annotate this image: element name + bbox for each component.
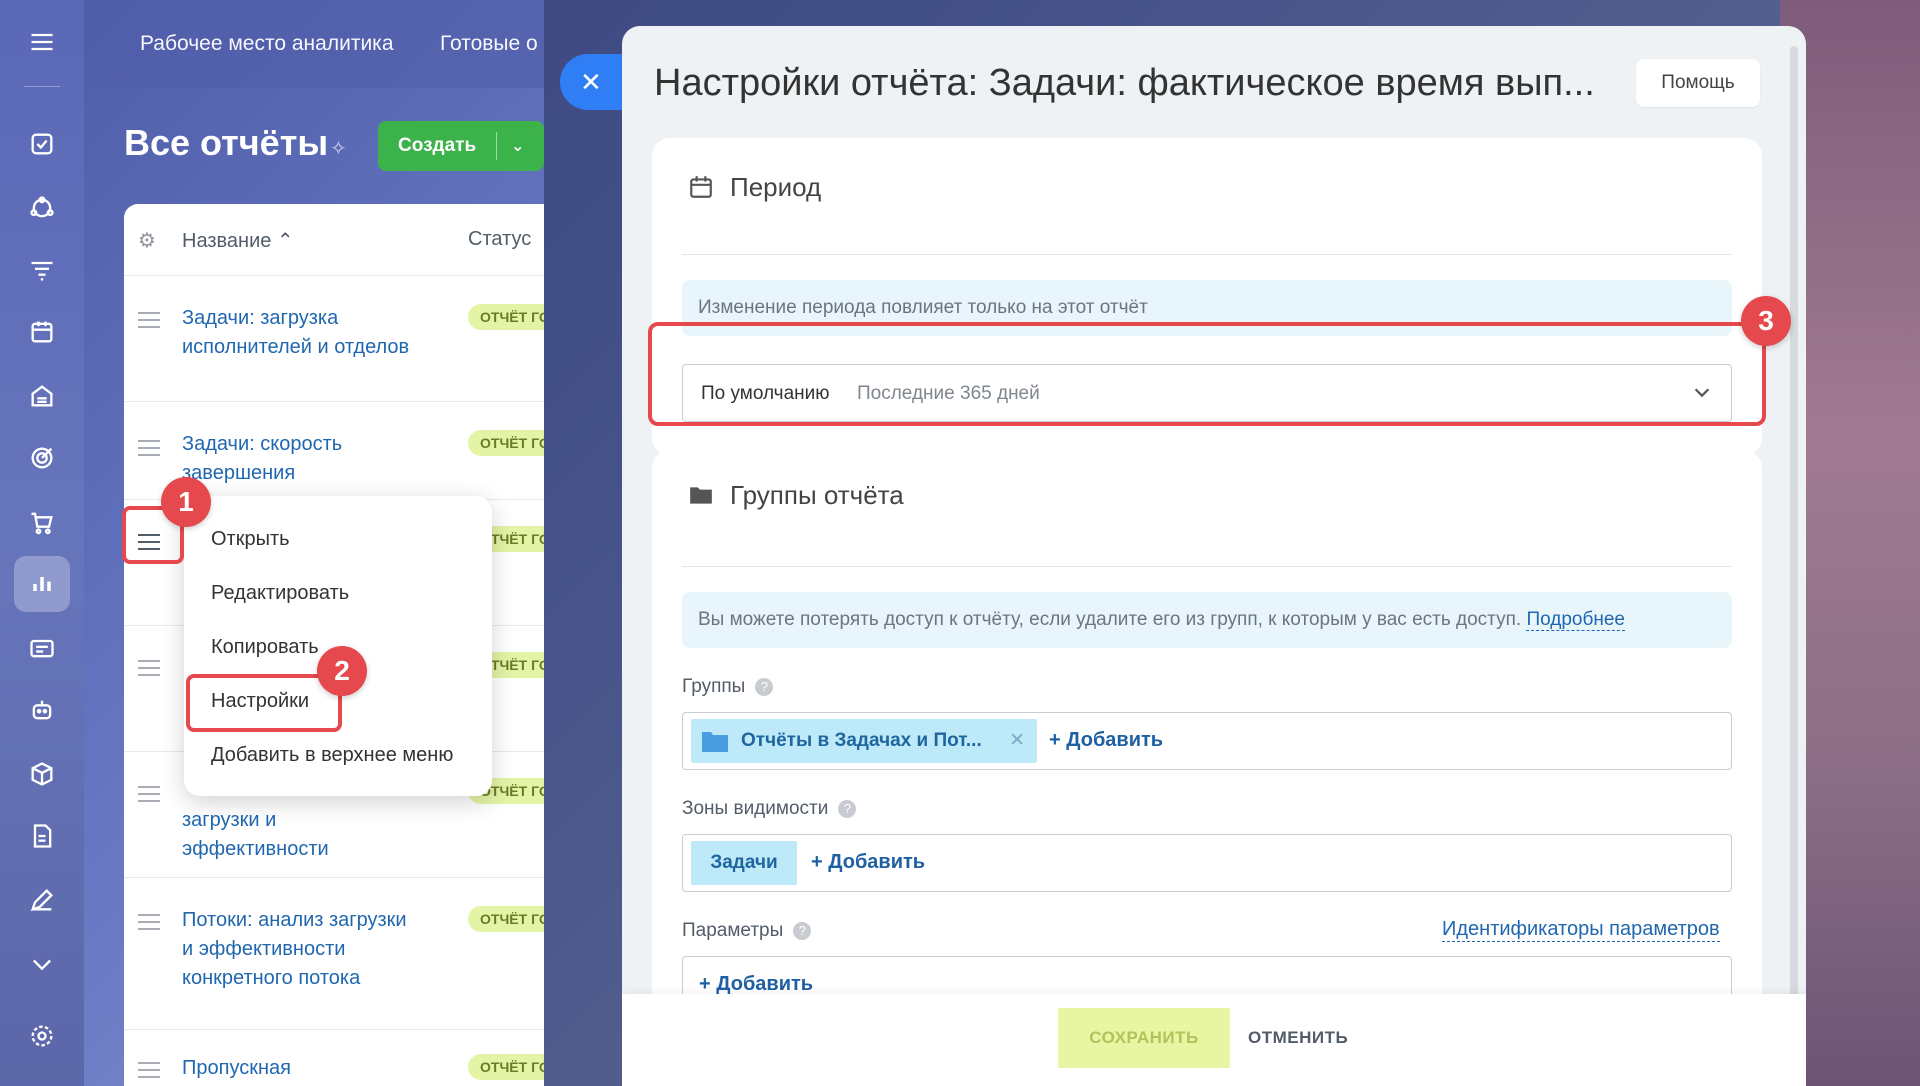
highlight-period-select xyxy=(648,322,1766,426)
target-icon[interactable] xyxy=(22,438,62,478)
params-label-text: Параметры xyxy=(682,920,784,941)
nav-item-ready[interactable]: Готовые о xyxy=(440,32,538,56)
zones-label-text: Зоны видимости xyxy=(682,798,829,819)
report-title[interactable]: Пропускная xyxy=(182,1054,412,1083)
more-link[interactable]: Подробнее xyxy=(1526,609,1625,631)
groups-title: Группы отчёта xyxy=(730,480,904,510)
forms-icon[interactable] xyxy=(22,628,62,668)
step-badge-3: 3 xyxy=(1741,296,1791,346)
help-icon[interactable]: ? xyxy=(838,800,857,818)
remove-tag-icon[interactable]: ✕ xyxy=(1009,719,1025,763)
chevron-down-icon[interactable]: ⌄ xyxy=(497,136,524,156)
panel-title: Настройки отчёта: Задачи: фактическое вр… xyxy=(654,62,1595,104)
step-badge-1: 1 xyxy=(161,477,211,527)
table-row[interactable]: Задачи: загрузка исполнителей и отделов … xyxy=(124,276,544,402)
save-button[interactable]: СОХРАНИТЬ xyxy=(1058,1008,1230,1068)
analytics-icon[interactable] xyxy=(14,556,70,612)
drag-handle-icon[interactable] xyxy=(138,660,160,676)
nav-item-analyst-workspace[interactable]: Рабочее место аналитика xyxy=(140,32,394,56)
calendar-icon[interactable] xyxy=(22,312,62,352)
tasks-icon[interactable] xyxy=(22,124,62,164)
drag-handle-icon[interactable] xyxy=(138,1062,160,1078)
report-title[interactable]: Потоки: анализ загрузки и эффективности … xyxy=(182,906,412,993)
status-badge: ОТЧЁТ ГОТ xyxy=(468,430,544,456)
settings-gear-icon[interactable]: ⚙ xyxy=(138,228,156,253)
panel-footer: СОХРАНИТЬ ОТМЕНИТЬ xyxy=(622,994,1806,1086)
groups-label: Группы? xyxy=(682,676,774,698)
status-badge: ОТЧЁТ ГОТ xyxy=(468,304,544,330)
report-title[interactable]: Задачи: загрузка исполнителей и отделов xyxy=(182,304,412,362)
status-badge: ОТЧЁТ ГОТ xyxy=(468,1054,544,1080)
close-icon: ✕ xyxy=(580,66,602,97)
menu-item-open[interactable]: Открыть xyxy=(211,528,290,551)
group-tag[interactable]: Отчёты в Задачах и Пот... ✕ xyxy=(691,719,1037,763)
menu-item-copy[interactable]: Копировать xyxy=(211,636,319,659)
create-button[interactable]: Создать ⌄ xyxy=(378,121,544,171)
cart-icon[interactable] xyxy=(22,502,62,542)
drag-handle-icon[interactable] xyxy=(138,914,160,930)
pin-icon[interactable]: ✧ xyxy=(330,136,347,161)
drag-handle-icon[interactable] xyxy=(138,440,160,456)
table-row[interactable]: Потоки: анализ загрузки и эффективности … xyxy=(124,878,544,1030)
chevron-down-icon[interactable] xyxy=(22,944,62,984)
period-divider xyxy=(682,254,1732,255)
box-icon[interactable] xyxy=(22,754,62,794)
params-label: Параметры? xyxy=(682,920,812,942)
column-name[interactable]: Название ⌃ xyxy=(182,228,294,253)
groups-label-text: Группы xyxy=(682,676,746,697)
drag-handle-icon[interactable] xyxy=(138,786,160,802)
help-button[interactable]: Помощь xyxy=(1636,59,1760,107)
table-row[interactable]: Пропускная ОТЧЁТ ГОТ xyxy=(124,1030,544,1086)
cancel-button[interactable]: ОТМЕНИТЬ xyxy=(1248,1028,1348,1048)
menu-icon[interactable] xyxy=(22,22,62,62)
help-icon[interactable]: ? xyxy=(755,678,774,696)
report-title[interactable]: загрузки и эффективности xyxy=(182,806,412,864)
create-button-label: Создать xyxy=(398,135,477,156)
highlight-settings-item xyxy=(186,674,342,732)
add-group-link[interactable]: + Добавить xyxy=(1049,729,1163,752)
gear-icon[interactable] xyxy=(22,1016,62,1056)
top-nav: Рабочее место аналитика Готовые о xyxy=(84,0,544,88)
status-badge: ОТЧЁТ ГОТ xyxy=(468,906,544,932)
robot-icon[interactable] xyxy=(22,690,62,730)
menu-item-edit[interactable]: Редактировать xyxy=(211,582,349,605)
store-icon[interactable] xyxy=(22,376,62,416)
menu-item-add-top-menu[interactable]: Добавить в верхнее меню xyxy=(211,744,453,767)
funnel-icon[interactable] xyxy=(22,250,62,290)
groups-info: Вы можете потерять доступ к отчёту, если… xyxy=(682,592,1732,648)
left-rail xyxy=(0,0,84,1086)
pen-icon[interactable] xyxy=(22,880,62,920)
report-title[interactable]: Задачи: скорость завершения xyxy=(182,430,412,488)
calendar-icon xyxy=(690,176,712,198)
rail-divider xyxy=(24,86,60,87)
crm-icon[interactable] xyxy=(22,188,62,228)
period-title: Период xyxy=(730,172,822,202)
folder-icon xyxy=(702,732,728,752)
add-param-link[interactable]: + Добавить xyxy=(699,973,813,996)
report-settings-panel: Настройки отчёта: Задачи: фактическое вр… xyxy=(622,26,1806,1086)
groups-info-text: Вы можете потерять доступ к отчёту, если… xyxy=(698,609,1522,630)
zones-label: Зоны видимости? xyxy=(682,798,857,820)
step-badge-2: 2 xyxy=(317,646,367,696)
groups-divider xyxy=(682,566,1732,567)
groups-field[interactable]: Отчёты в Задачах и Пот... ✕ + Добавить xyxy=(682,712,1732,770)
groups-card: Группы отчёта Вы можете потерять доступ … xyxy=(652,450,1762,1050)
document-icon[interactable] xyxy=(22,816,62,856)
zones-field[interactable]: Задачи + Добавить xyxy=(682,834,1732,892)
group-tag-label: Отчёты в Задачах и Пот... xyxy=(741,730,982,751)
param-ids-link[interactable]: Идентификаторы параметров xyxy=(1442,918,1720,942)
column-name-label: Название xyxy=(182,230,272,252)
column-status[interactable]: Статус xyxy=(468,228,531,251)
page-title: Все отчёты xyxy=(124,122,329,163)
help-icon[interactable]: ? xyxy=(793,922,812,940)
scrollbar[interactable] xyxy=(1790,46,1798,1026)
list-header: ⚙ Название ⌃ Статус xyxy=(124,204,544,276)
folder-icon xyxy=(690,487,712,504)
add-zone-link[interactable]: + Добавить xyxy=(811,851,925,874)
zone-tag[interactable]: Задачи xyxy=(691,841,797,885)
drag-handle-icon[interactable] xyxy=(138,312,160,328)
